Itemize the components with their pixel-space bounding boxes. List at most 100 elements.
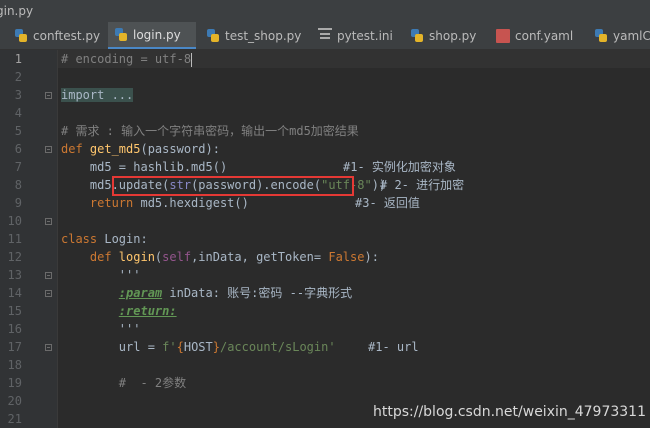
code-line-19[interactable]: # - 2参数 (61, 374, 186, 392)
tab-label: conf.yaml (515, 29, 574, 43)
line-number: 2 (14, 70, 22, 84)
line-number: 17 (7, 340, 22, 354)
keyword: return (61, 196, 141, 210)
self-keyword: self (162, 250, 192, 264)
docstring-tag: :return: (118, 304, 177, 318)
keyword: class (61, 232, 105, 246)
tab-label: pytest.ini (337, 29, 393, 43)
line-number: 7 (14, 160, 22, 174)
line-7-comment: #1- 实例化加密对象 (343, 160, 456, 174)
window-title-bar: gin.py (0, 0, 650, 22)
tab-shop[interactable]: shop.py (404, 22, 482, 49)
code-line-6[interactable]: def get_md5(password): (61, 140, 220, 158)
line-number: 13 (7, 268, 22, 282)
ini-file-icon (318, 28, 332, 44)
highlight-annotation-box (112, 176, 354, 196)
code-line-1[interactable]: # encoding = utf-8 (61, 50, 193, 68)
string: /account/sLogin' (219, 340, 336, 354)
tab-test-shop[interactable]: test_shop.py (200, 22, 307, 49)
python-file-icon (594, 29, 608, 43)
code-line-5[interactable]: # 需求 : 输入一个字符串密码，输出一个md5加密结果 (61, 122, 359, 140)
comment: # - 2参数 (118, 376, 187, 390)
fold-marker-icon[interactable] (45, 344, 52, 351)
code-text: ,inData, getToken= (191, 250, 329, 264)
docstring-text: inData: 账号:密码 --字典形式 (162, 286, 353, 300)
code-line-7[interactable]: md5 = hashlib.md5() (61, 158, 227, 176)
line-number: 3 (14, 88, 22, 102)
python-file-icon (14, 29, 28, 43)
tab-label: shop.py (429, 29, 477, 43)
line-number: 14 (7, 286, 22, 300)
line-8-comment: # 2- 进行加密 (380, 178, 465, 192)
line-number: 8 (14, 178, 22, 192)
code-text: Login: (104, 232, 148, 246)
comment: # encoding = utf-8 (61, 52, 192, 66)
keyword: False (328, 250, 365, 264)
code-line-3[interactable]: import ... (61, 86, 134, 104)
fold-marker-icon[interactable] (45, 218, 52, 225)
line-number-gutter[interactable]: 1 2 3 4 5 6 7 8 9 10 11 12 13 14 15 16 1… (0, 50, 58, 428)
comment: # 需求 : 输入一个字符串密码，输出一个md5加密结果 (61, 124, 359, 138)
function-name: get_md5 (89, 142, 141, 156)
line-number: 11 (7, 232, 22, 246)
python-file-icon (114, 27, 128, 42)
line-number: 16 (7, 322, 22, 336)
line-number: 10 (7, 214, 22, 228)
code-text: (password): (140, 142, 220, 156)
function-name: login (118, 250, 155, 264)
code-text: url = (61, 340, 163, 354)
code-line-12[interactable]: def login(self,inData, getToken= False): (61, 248, 379, 266)
line-number: 1 (14, 52, 22, 66)
tab-label: login.py (133, 27, 181, 42)
tab-label: conftest.py (33, 29, 101, 43)
code-text: md5.hexdigest() (140, 196, 249, 210)
code-line-11[interactable]: class Login: (61, 230, 148, 248)
tab-conf-yaml[interactable]: conf.yaml (490, 22, 579, 49)
line-number: 5 (14, 124, 22, 138)
line-9-comment: #3- 返回值 (355, 196, 420, 210)
line-number: 21 (7, 412, 22, 426)
code-line-15[interactable]: :return: (61, 302, 177, 320)
fold-marker-icon[interactable] (45, 272, 52, 279)
fold-marker-icon[interactable] (45, 92, 52, 99)
line-17-comment: #1- url (368, 340, 419, 354)
python-file-icon (206, 29, 220, 43)
python-file-icon (410, 29, 424, 43)
text-caret (191, 52, 193, 67)
fold-marker-icon[interactable] (45, 146, 52, 153)
code-line-14[interactable]: :param inData: 账号:密码 --字典形式 (61, 284, 352, 302)
line-number: 4 (14, 106, 22, 120)
editor-tab-bar: conftest.py login.py test_shop.py pytest… (0, 22, 650, 50)
line-number: 19 (7, 376, 22, 390)
code-line-16[interactable]: ''' (61, 320, 141, 338)
code-line-9[interactable]: return md5.hexdigest() (61, 194, 249, 212)
code-text: md5 = hashlib.md5() (61, 160, 228, 174)
tab-label: test_shop.py (225, 29, 302, 43)
tab-label: yamlCo (613, 29, 650, 43)
code-line-17[interactable]: url = f'{HOST}/account/sLogin' (61, 338, 336, 356)
tab-pytest-ini[interactable]: pytest.ini (312, 22, 399, 49)
folded-imports[interactable]: import ... (61, 88, 134, 102)
line-number: 18 (7, 358, 22, 372)
fold-marker-icon[interactable] (45, 290, 52, 297)
yaml-file-icon (496, 29, 510, 43)
code-line-13[interactable]: ''' (61, 266, 141, 284)
watermark: https://blog.csdn.net/weixin_47973311 (372, 404, 646, 420)
string: f' (162, 340, 177, 354)
line-number: 15 (7, 304, 22, 318)
code-editor[interactable]: # encoding = utf-8 import ... # 需求 : 输入一… (58, 50, 650, 428)
tab-conftest[interactable]: conftest.py (8, 22, 106, 49)
tab-yamlco[interactable]: yamlCo (588, 22, 650, 49)
variable: HOST (183, 340, 213, 354)
line-number: 6 (14, 142, 22, 156)
line-number: 12 (7, 250, 22, 264)
window-title: gin.py (0, 4, 34, 18)
line-number: 20 (7, 394, 22, 408)
interpolation-brace: } (212, 340, 220, 354)
interpolation-brace: { (176, 340, 184, 354)
keyword: def (61, 142, 90, 156)
tab-login[interactable]: login.py (108, 22, 196, 49)
